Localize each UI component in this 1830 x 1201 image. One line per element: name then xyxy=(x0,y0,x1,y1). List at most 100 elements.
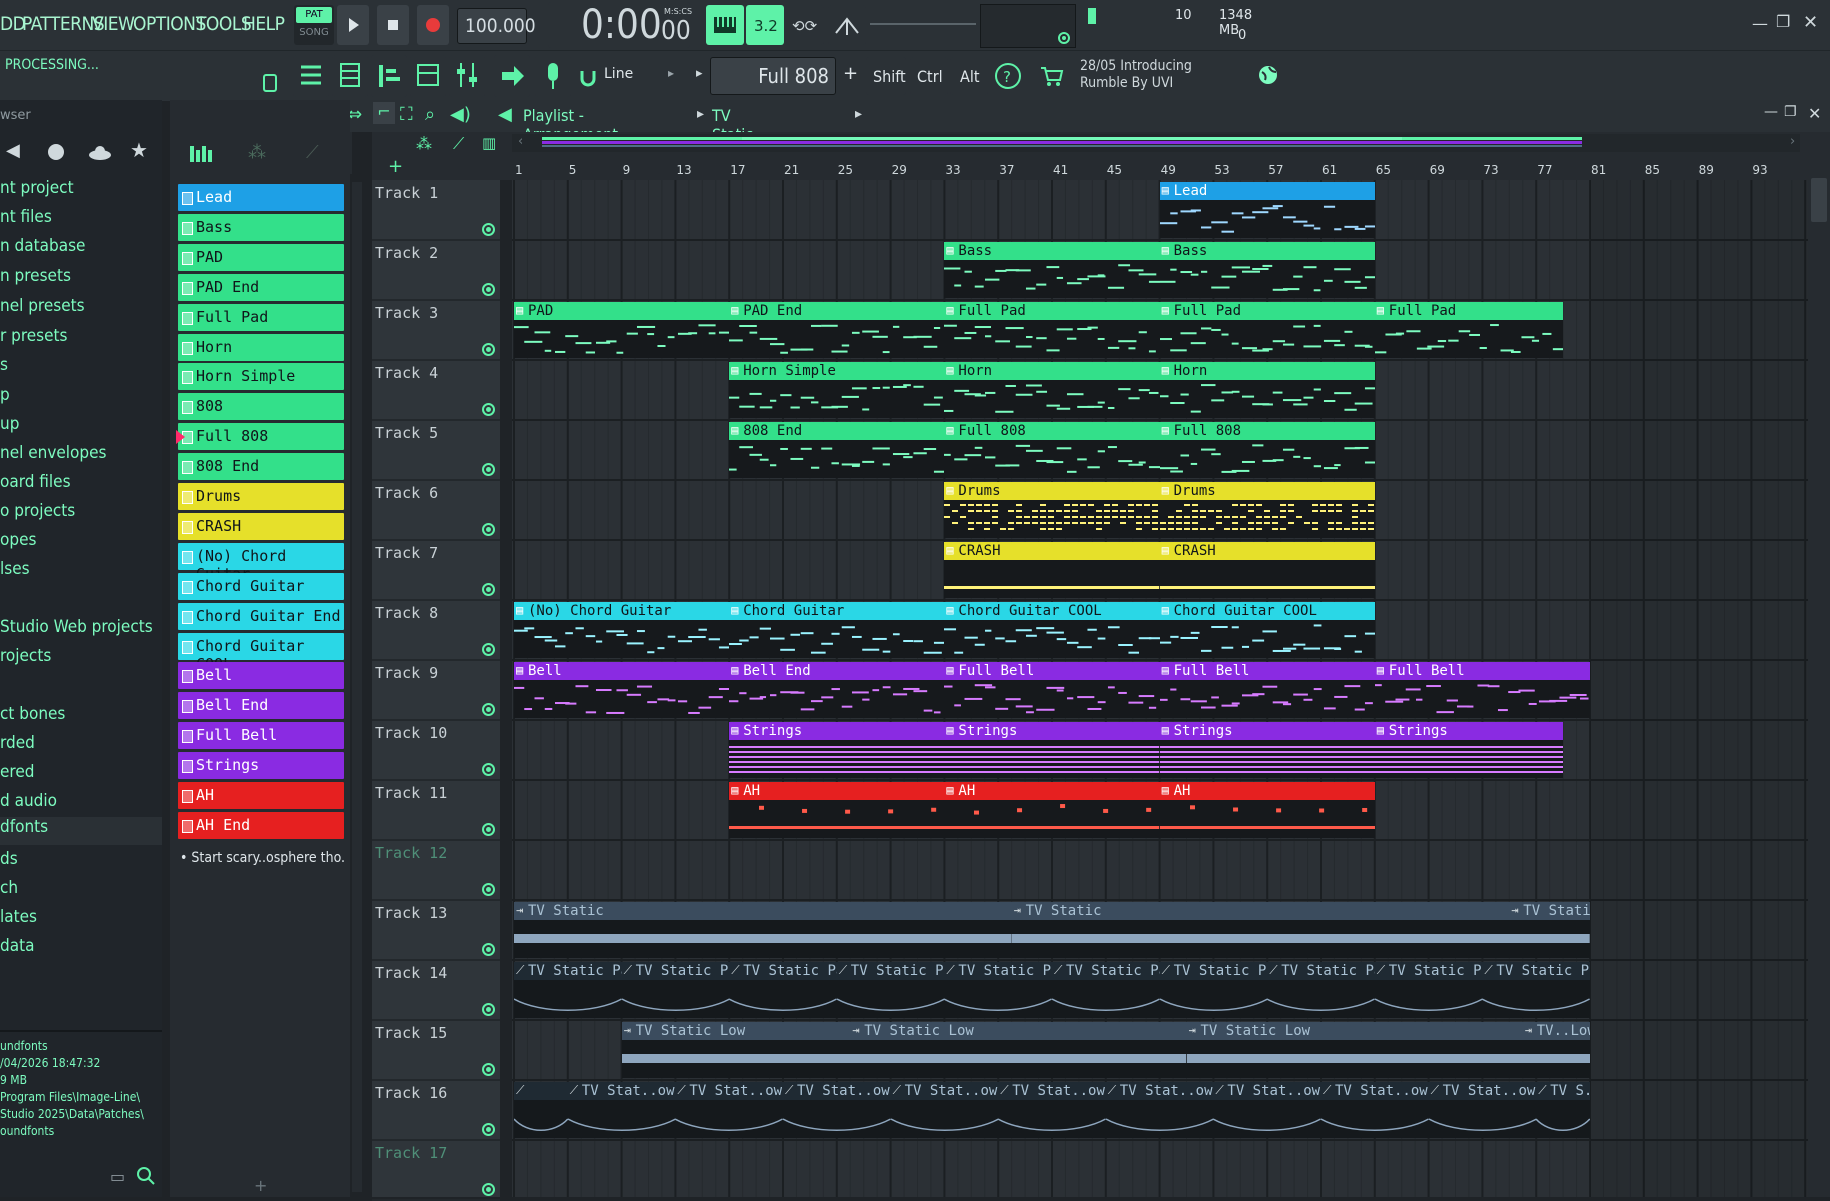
menu-view[interactable]: VIEW xyxy=(92,13,135,35)
playlist-clip[interactable]: ▤ Full Bell xyxy=(944,662,1160,718)
playlist-clip[interactable]: ⟋TV Stat..ow Pan xyxy=(998,1082,1106,1138)
typing-keyboard-button[interactable] xyxy=(706,5,744,45)
playlist-clip[interactable]: ⟋TV Stat..ow Pan xyxy=(1321,1082,1429,1138)
browser-button[interactable] xyxy=(410,55,446,97)
browser-item[interactable]: up xyxy=(0,414,19,434)
add-pattern-icon[interactable]: + xyxy=(843,63,858,84)
plugin-picker-icon[interactable] xyxy=(260,71,280,93)
playlist-clip[interactable]: ▤ Strings xyxy=(1159,722,1375,778)
ctrl-button[interactable]: Ctrl xyxy=(910,57,948,95)
pattern-item[interactable]: Full Pad xyxy=(178,303,344,331)
browser-item[interactable]: p xyxy=(0,385,10,405)
alt-button[interactable]: Alt xyxy=(950,57,988,95)
tempo-display[interactable]: 100.000 xyxy=(457,8,536,44)
track-name[interactable]: Track 16 xyxy=(375,1084,447,1102)
browser-item[interactable]: rded xyxy=(0,733,35,753)
playlist-clip[interactable]: ▤ AH xyxy=(729,782,945,838)
playlist-clip[interactable]: ▤ Drums xyxy=(1159,482,1375,538)
track-mute-toggle[interactable] xyxy=(482,463,495,476)
slide-icon[interactable]: ⟋ xyxy=(453,134,464,154)
playlist-clip[interactable]: ⇥ TV Static xyxy=(1509,902,1590,958)
playlist-clip[interactable]: ▤ (No) Chord Guitar xyxy=(514,602,730,658)
folder-icon[interactable]: ▭ xyxy=(110,1167,125,1186)
playlist-clip[interactable]: ⟋TV S..Pan xyxy=(1536,1082,1590,1138)
browser-item[interactable]: data xyxy=(0,936,34,956)
eye-icon[interactable] xyxy=(1057,31,1071,45)
pattern-item[interactable]: 808 xyxy=(178,393,344,421)
track-mute-toggle[interactable] xyxy=(482,643,495,656)
news-line-1[interactable]: 28/05 Introducing xyxy=(1080,58,1192,74)
pattern-item[interactable]: AH End xyxy=(178,811,344,839)
playlist-clip[interactable]: ⟋TV Static Pan xyxy=(1482,962,1590,1018)
pattern-item[interactable]: AH xyxy=(178,782,344,809)
playlist-clip[interactable]: ▤ Strings xyxy=(729,722,945,778)
mixer-button[interactable] xyxy=(449,55,485,97)
playlist-clip[interactable]: ▤ Full 808 xyxy=(944,422,1160,478)
send-to-button[interactable] xyxy=(494,55,530,97)
track-name[interactable]: Track 4 xyxy=(375,364,438,382)
pattern-item[interactable]: Bass xyxy=(178,213,344,241)
pattern-prev-icon[interactable]: ▸ xyxy=(696,66,703,81)
cloud-icon[interactable] xyxy=(88,146,112,160)
playlist-clip[interactable]: ▤ Full Pad xyxy=(944,302,1160,358)
playlist-clip[interactable]: ⟋TV Static Pan xyxy=(944,962,1052,1018)
browser-item[interactable]: ered xyxy=(0,762,34,782)
pattern-item[interactable]: Bell xyxy=(178,662,344,690)
playlist-clip[interactable]: ▤ CRASH xyxy=(944,542,1160,598)
globe-icon[interactable] xyxy=(1257,64,1279,86)
track-name[interactable]: Track 1 xyxy=(375,184,438,202)
track-mute-toggle[interactable] xyxy=(482,943,495,956)
pattern-item[interactable]: Chord Guitar COOL xyxy=(178,632,344,673)
stop-button[interactable] xyxy=(377,5,409,45)
playlist-clip[interactable]: ▤ PAD End xyxy=(729,302,945,358)
playlist-clip[interactable]: ▤ 808 End xyxy=(729,422,945,478)
select-icon[interactable]: ⛶ xyxy=(400,104,413,125)
master-pitch-slider[interactable] xyxy=(870,8,976,42)
track-name[interactable]: Track 3 xyxy=(375,304,438,322)
track-name[interactable]: Track 7 xyxy=(375,544,438,562)
playlist-clip[interactable]: ⟋TV Stat..ow Pan xyxy=(1428,1082,1537,1138)
time-display[interactable]: 0:00 00 M:S:CS xyxy=(548,2,692,48)
overview-bar[interactable] xyxy=(512,134,1800,152)
channel-note[interactable]: • Start scary..osphere tho. xyxy=(180,850,345,866)
track-name[interactable]: Track 11 xyxy=(375,784,447,802)
scroll-right-icon[interactable]: › xyxy=(1790,134,1795,149)
minimize-icon[interactable]: — xyxy=(1752,14,1768,33)
browser-item[interactable]: nt files xyxy=(0,207,52,227)
browser-item[interactable]: n database xyxy=(0,236,85,256)
slice-icon[interactable]: ⌐ xyxy=(373,102,395,124)
track-mute-toggle[interactable] xyxy=(482,403,495,416)
pattern-item[interactable]: (No) Chord Guitar xyxy=(178,542,344,583)
playlist-clip[interactable]: ▤ Bell End xyxy=(729,662,945,718)
playlist-clip[interactable]: ⇥ TV Static xyxy=(1011,902,1510,958)
browser-item[interactable]: r presets xyxy=(0,326,68,346)
playlist-clip[interactable]: ⟋TV Stat..ow Pan xyxy=(783,1082,891,1138)
browser-item[interactable]: Studio Web projects xyxy=(0,617,153,637)
playlist-clip[interactable]: ▤ Strings xyxy=(1374,722,1564,778)
playlist-clip[interactable]: ⟋TV Static Pan xyxy=(729,962,837,1018)
speaker-icon[interactable]: ◀ xyxy=(6,140,20,161)
browser-item[interactable]: lses xyxy=(0,559,30,579)
pattern-icon[interactable]: ▥ xyxy=(482,134,496,152)
piano-roll-button[interactable] xyxy=(371,55,407,97)
browser-item[interactable]: rojects xyxy=(0,646,51,666)
help-chat-icon[interactable]: ? xyxy=(993,61,1023,91)
browser-item[interactable]: opes xyxy=(0,530,36,550)
zoom-icon[interactable]: ⌕ xyxy=(425,104,435,125)
loop-record-button[interactable]: ⟲⟳ xyxy=(786,5,824,45)
track-name[interactable]: Track 15 xyxy=(375,1024,447,1042)
speaker-icon[interactable]: ◀ xyxy=(498,104,512,125)
browser-item[interactable]: o projects xyxy=(0,501,75,521)
pattern-item[interactable]: 808 End xyxy=(178,453,344,481)
countdown-button[interactable]: 3.2 xyxy=(746,5,784,45)
browser-item[interactable]: oard files xyxy=(0,472,71,492)
playlist-clip[interactable]: ⟋TV Static Pan xyxy=(514,962,622,1018)
playlist-clip[interactable]: ▤ CRASH xyxy=(1159,542,1375,598)
playlist-clip[interactable]: ⟋TV Static Pan xyxy=(1159,962,1268,1018)
browser-item[interactable]: nt project xyxy=(0,178,74,198)
pattern-item[interactable]: Chord Guitar xyxy=(178,572,344,600)
playlist-clip[interactable]: ⇥ TV Static Low xyxy=(1186,1022,1523,1078)
record-audio-button[interactable] xyxy=(535,55,571,97)
news-line-2[interactable]: Rumble By UVI xyxy=(1080,75,1173,91)
close-icon[interactable]: ✕ xyxy=(1803,12,1818,33)
